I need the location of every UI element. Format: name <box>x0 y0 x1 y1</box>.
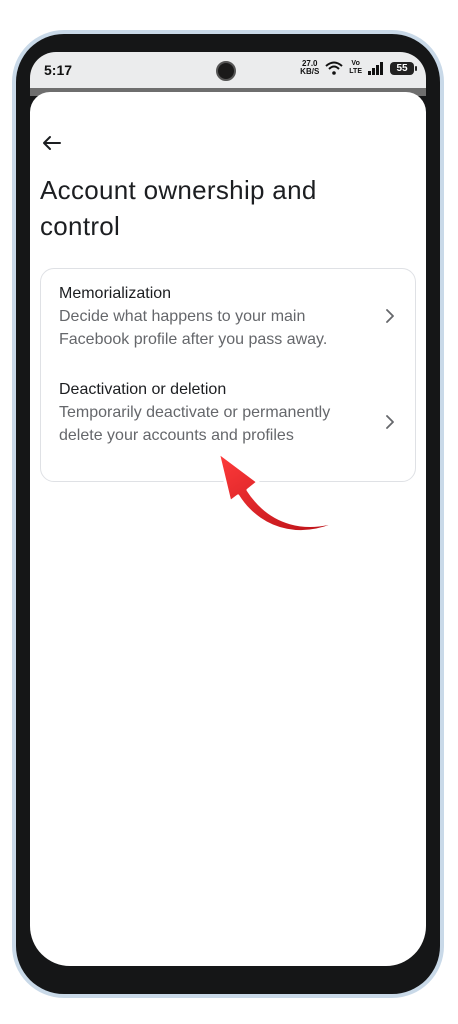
network-speed-unit: KB/S <box>300 67 320 76</box>
network-speed: 27.0 KB/S <box>300 60 319 76</box>
battery-icon: 55 <box>390 61 417 75</box>
status-icons: 27.0 KB/S Vo LTE 55 <box>300 60 417 76</box>
page-title: Account ownership and control <box>40 175 317 241</box>
arrow-left-icon <box>43 136 61 150</box>
option-title: Deactivation or deletion <box>59 381 227 398</box>
option-description: Decide what happens to your main Faceboo… <box>59 308 328 348</box>
deactivation-deletion-option[interactable]: Deactivation or deletion Temporarily dea… <box>41 379 415 447</box>
wifi-icon <box>325 61 343 75</box>
chevron-right-icon <box>383 309 397 323</box>
chevron-right-icon <box>383 415 397 429</box>
status-time: 5:17 <box>44 62 73 78</box>
memorialization-option[interactable]: Memorialization Decide what happens to y… <box>41 283 415 351</box>
signal-icon <box>368 61 384 75</box>
volte-top: Vo <box>351 60 360 67</box>
screen-bottom-edge <box>30 966 426 968</box>
front-camera <box>216 61 236 81</box>
volte-bottom: LTE <box>349 68 362 75</box>
option-title: Memorialization <box>59 285 172 302</box>
volte-indicator: Vo LTE <box>349 60 362 76</box>
back-button[interactable] <box>36 128 66 158</box>
status-bar: 5:17 27.0 KB/S Vo LTE 55 <box>30 52 426 88</box>
option-description: Temporarily deactivate or permanently de… <box>59 404 331 444</box>
red-arrow-annotation <box>216 450 348 533</box>
